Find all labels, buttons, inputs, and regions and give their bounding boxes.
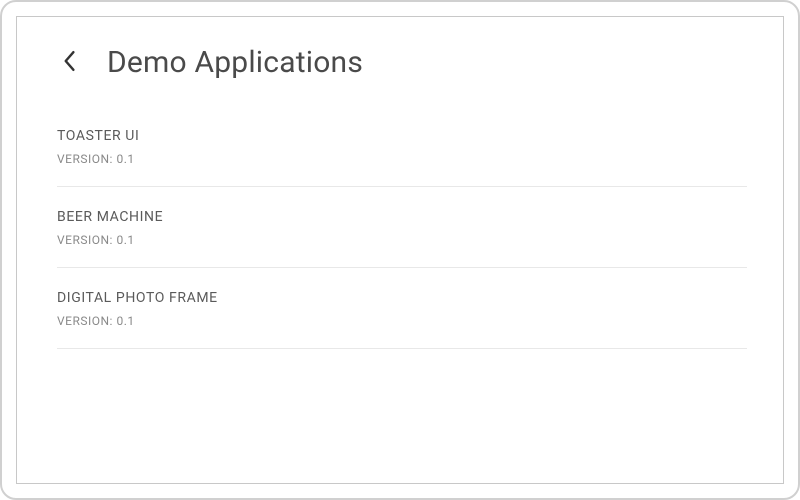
chevron-left-icon [62, 50, 76, 76]
app-name: BEER MACHINE [57, 209, 747, 225]
app-item-digital-photo-frame[interactable]: DIGITAL PHOTO FRAME VERSION: 0.1 [57, 290, 747, 349]
app-list: TOASTER UI VERSION: 0.1 BEER MACHINE VER… [53, 128, 747, 349]
app-name: DIGITAL PHOTO FRAME [57, 290, 747, 306]
app-version: VERSION: 0.1 [57, 314, 747, 328]
app-version: VERSION: 0.1 [57, 233, 747, 247]
screen: Demo Applications TOASTER UI VERSION: 0.… [16, 16, 784, 484]
app-item-beer-machine[interactable]: BEER MACHINE VERSION: 0.1 [57, 209, 747, 268]
device-frame: Demo Applications TOASTER UI VERSION: 0.… [0, 0, 800, 500]
header: Demo Applications [53, 45, 747, 80]
page-title: Demo Applications [107, 45, 363, 80]
app-version: VERSION: 0.1 [57, 152, 747, 166]
app-name: TOASTER UI [57, 128, 747, 144]
app-item-toaster-ui[interactable]: TOASTER UI VERSION: 0.1 [57, 128, 747, 187]
back-button[interactable] [53, 47, 85, 79]
